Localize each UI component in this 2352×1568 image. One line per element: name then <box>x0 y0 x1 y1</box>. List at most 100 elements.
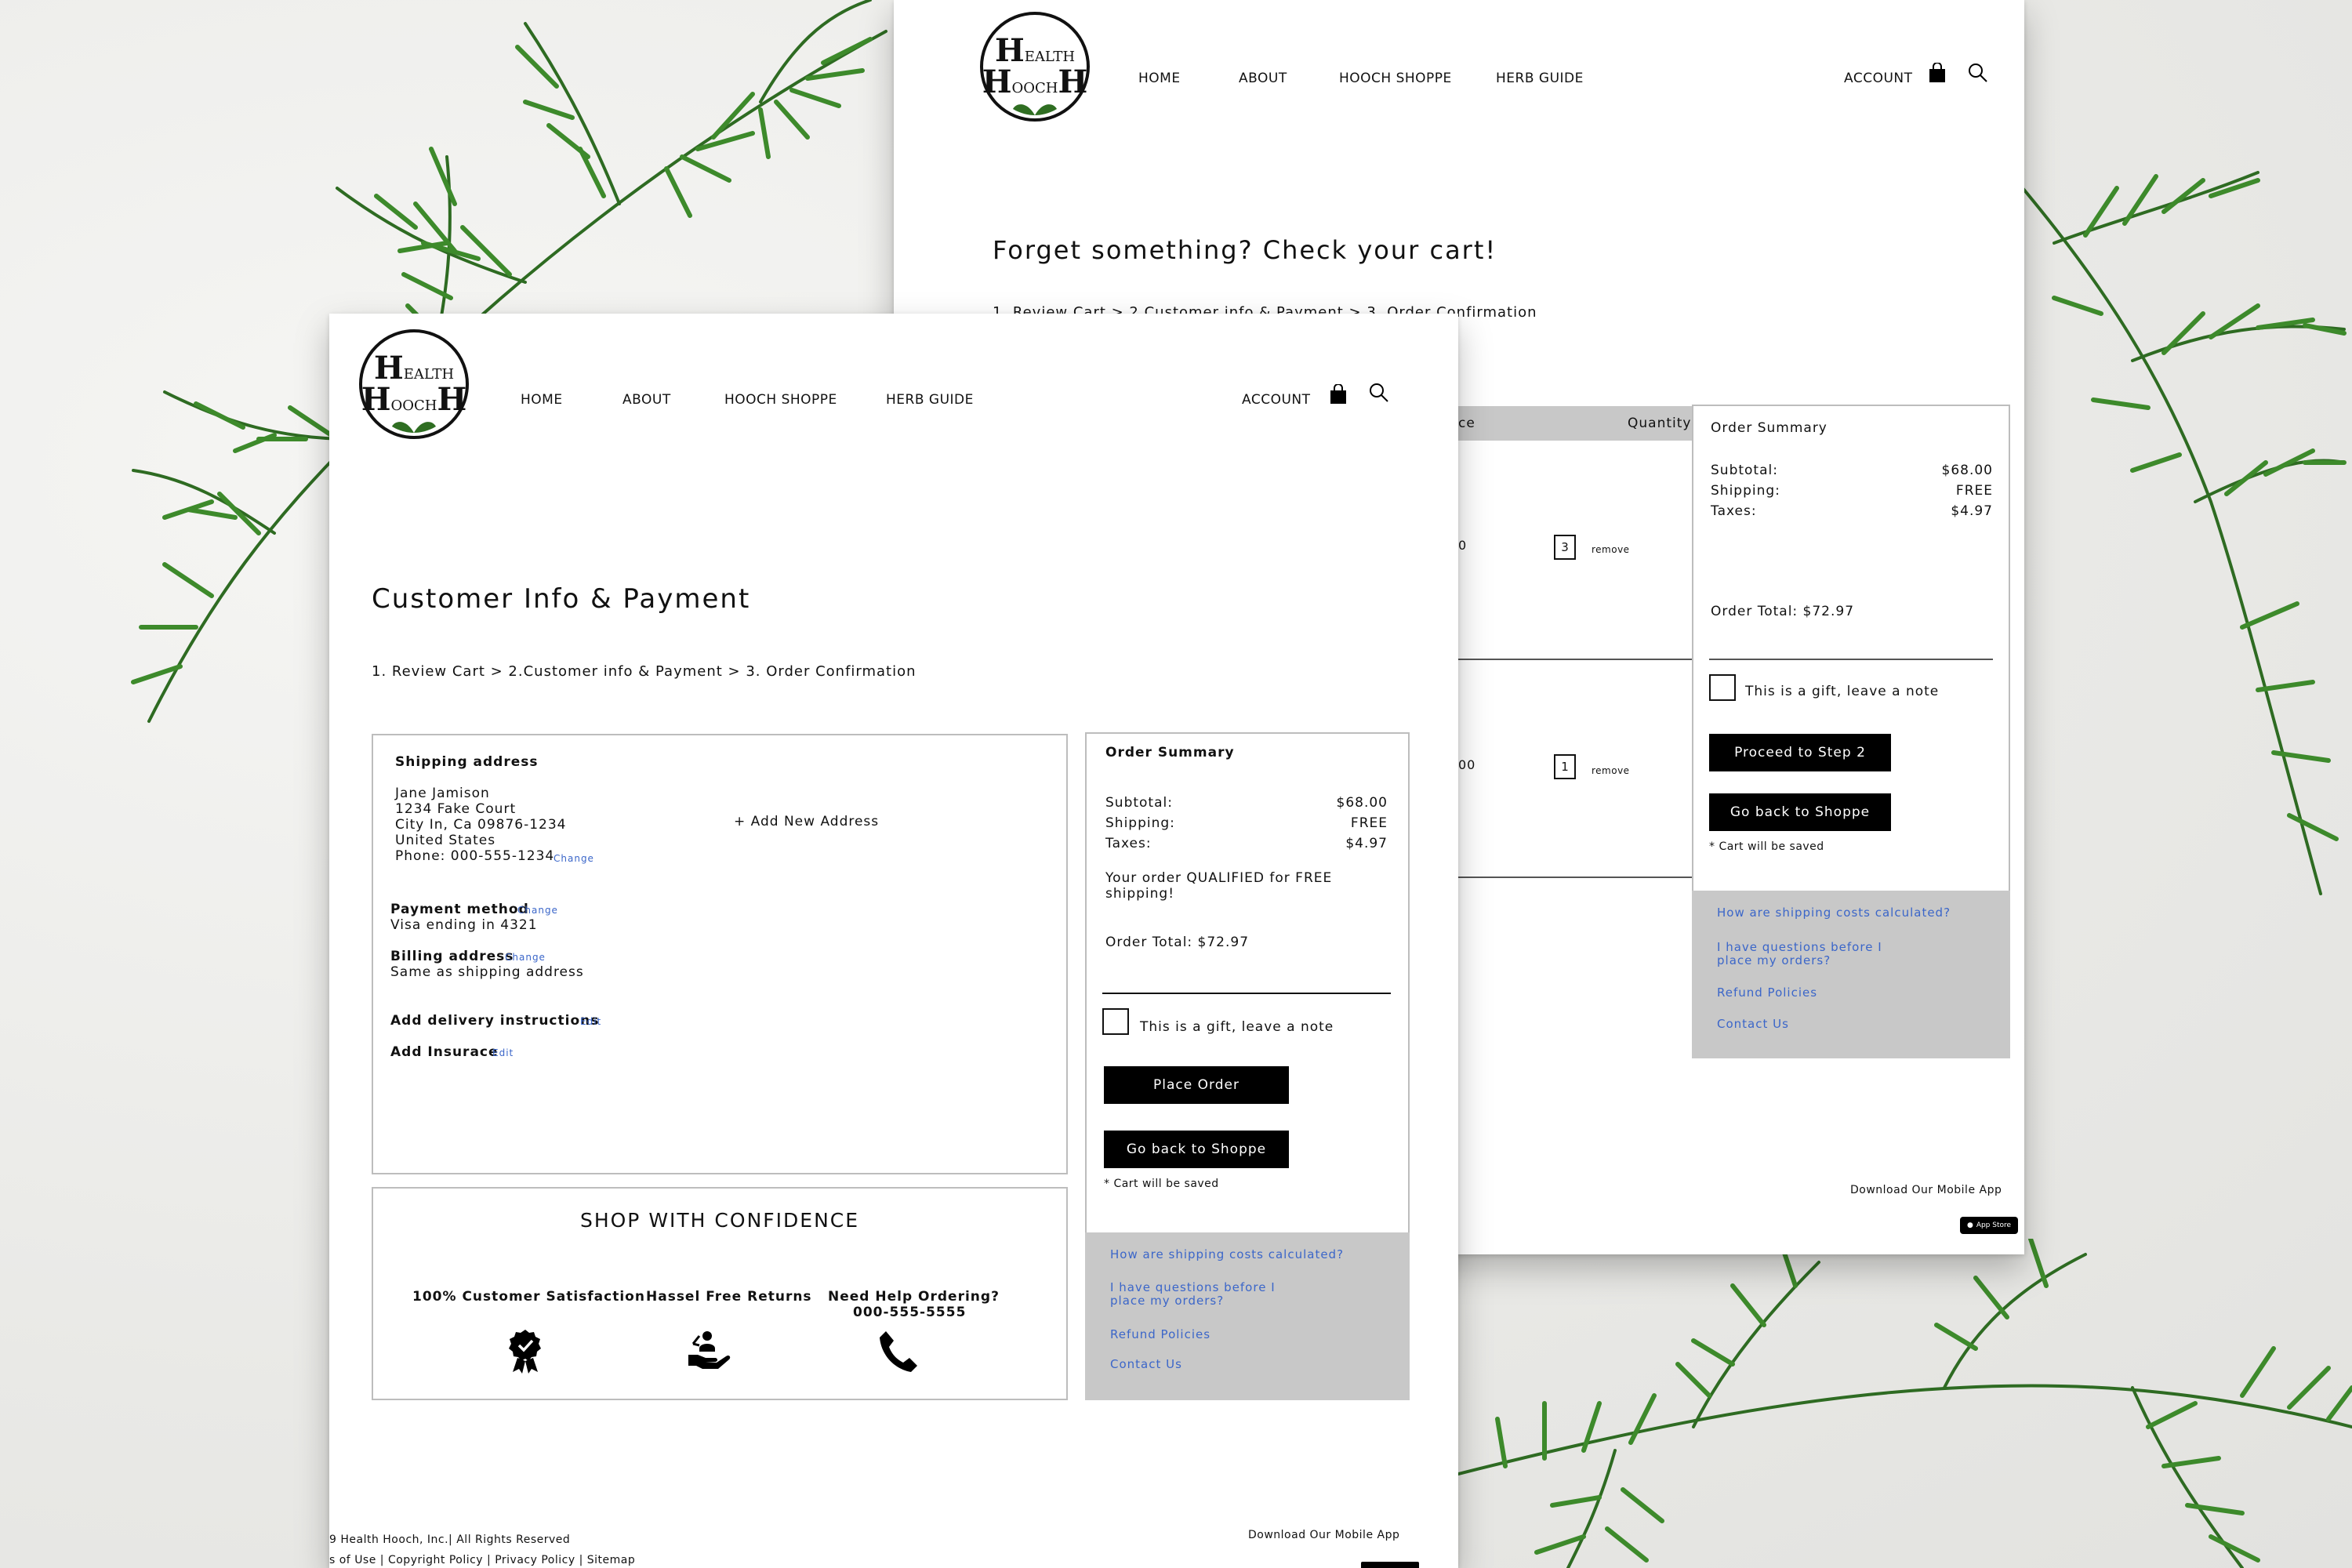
row-price: 00 <box>1458 757 1476 772</box>
subtotal-value: $68.00 <box>1941 463 1993 478</box>
edit-insurance-link[interactable]: Edit <box>492 1047 514 1058</box>
gift-label: This is a gift, leave a note <box>1140 1019 1334 1035</box>
faq-shipping-costs-link[interactable]: How are shipping costs calculated? <box>1717 906 1951 920</box>
app-store-badge[interactable]: ● App Store <box>1960 1217 2018 1234</box>
footer-links[interactable]: s of Use | Copyright Policy | Privacy Po… <box>329 1554 635 1566</box>
nav-home[interactable]: HOME <box>1138 71 1181 86</box>
nav-account[interactable]: ACCOUNT <box>1242 392 1311 408</box>
customer-info-panel: Shipping address Jane Jamison 1234 Fake … <box>372 734 1068 1174</box>
faq-questions-link[interactable]: I have questions before I place my order… <box>1110 1281 1314 1308</box>
taxes-value: $4.97 <box>1951 503 1993 519</box>
summary-divider <box>1102 993 1391 994</box>
taxes-value: $4.97 <box>1345 836 1388 851</box>
shipping-label: Shipping: <box>1105 815 1175 831</box>
order-total: Order Total: $72.97 <box>1105 935 1250 950</box>
faq-panel: How are shipping costs calculated? I hav… <box>1085 1232 1410 1400</box>
gift-checkbox[interactable] <box>1709 674 1736 701</box>
shopping-bag-icon[interactable] <box>1330 384 1347 405</box>
go-back-to-shoppe-button[interactable]: Go back to Shoppe <box>1104 1131 1289 1168</box>
brand-logo[interactable]: HEALTH HOOCHH <box>980 12 1090 122</box>
nav-hooch-shoppe[interactable]: HOOCH SHOPPE <box>724 392 837 408</box>
address-name: Jane Jamison <box>395 786 490 801</box>
remove-link[interactable]: remove <box>1592 544 1630 555</box>
order-summary-panel: Order Summary Subtotal: $68.00 Shipping:… <box>1085 732 1410 1234</box>
faq-shipping-costs-link[interactable]: How are shipping costs calculated? <box>1110 1248 1344 1261</box>
apple-icon: ● <box>1966 1221 1973 1229</box>
order-summary-heading: Order Summary <box>1711 420 1828 436</box>
shipping-label: Shipping: <box>1711 483 1780 499</box>
nav-herb-guide[interactable]: HERB GUIDE <box>1496 71 1584 86</box>
award-badge-icon <box>509 1330 541 1374</box>
shop-with-confidence-panel: SHOP WITH CONFIDENCE 100% Customer Satis… <box>372 1187 1068 1400</box>
subtotal-label: Subtotal: <box>1105 795 1173 811</box>
herb-sprig-bottom-right <box>1457 1236 2352 1568</box>
cart-saved-note: * Cart will be saved <box>1104 1178 1219 1190</box>
order-total: Order Total: $72.97 <box>1711 604 1855 619</box>
delivery-instructions-heading: Add delivery instructions <box>390 1013 600 1029</box>
help-phone-number[interactable]: 000-555-5555 <box>853 1305 966 1320</box>
page-title: Customer Info & Payment <box>372 583 751 615</box>
quantity-input[interactable]: 3 <box>1554 535 1576 560</box>
free-shipping-message: Your order QUALIFIED for FREE shipping! <box>1105 870 1333 902</box>
leaf-icon <box>392 422 436 433</box>
search-icon[interactable] <box>1968 63 1988 83</box>
breadcrumb: 1. Review Cart > 2.Customer info & Payme… <box>372 663 916 680</box>
faq-contact-us-link[interactable]: Contact Us <box>1717 1018 1789 1031</box>
logo-wordmark: HEALTH HOOCHH <box>982 32 1088 100</box>
insurance-heading: Add Insurace <box>390 1044 499 1060</box>
shopping-bag-icon[interactable] <box>1929 63 1946 83</box>
nav-home[interactable]: HOME <box>521 392 563 408</box>
page-title: Forget something? Check your cart! <box>993 235 1497 265</box>
help-ordering-label: Need Help Ordering? <box>828 1289 1000 1305</box>
phone-icon[interactable] <box>878 1330 919 1372</box>
address-street: 1234 Fake Court <box>395 801 517 817</box>
download-app-label: Download Our Mobile App <box>1850 1184 2002 1196</box>
satisfaction-label: 100% Customer Satisfaction <box>412 1289 645 1305</box>
address-phone: Phone: 000-555-1234 <box>395 848 555 864</box>
subtotal-label: Subtotal: <box>1711 463 1778 478</box>
customer-info-payment-page: HEALTH HOOCHH HOME ABOUT HOOCH SHOPPE HE… <box>329 314 1458 1568</box>
add-new-address-link[interactable]: + Add New Address <box>734 814 879 829</box>
gift-checkbox[interactable] <box>1102 1008 1129 1035</box>
logo-wordmark: HEALTH HOOCHH <box>361 350 467 418</box>
quantity-input[interactable]: 1 <box>1554 754 1576 779</box>
herb-sprig-right <box>2007 125 2352 909</box>
taxes-label: Taxes: <box>1105 836 1152 851</box>
taxes-label: Taxes: <box>1711 503 1757 519</box>
nav-herb-guide[interactable]: HERB GUIDE <box>886 392 974 408</box>
subtotal-value: $68.00 <box>1336 795 1388 811</box>
billing-address-value: Same as shipping address <box>390 964 584 980</box>
nav-about[interactable]: ABOUT <box>1239 71 1287 86</box>
address-country: United States <box>395 833 496 848</box>
nav-hooch-shoppe[interactable]: HOOCH SHOPPE <box>1339 71 1452 86</box>
row-price: 0 <box>1458 538 1468 553</box>
app-store-label: App Store <box>1976 1221 2012 1229</box>
leaf-icon <box>1013 104 1057 115</box>
faq-contact-us-link[interactable]: Contact Us <box>1110 1358 1182 1371</box>
quantity-column-header: Quantity <box>1628 416 1692 431</box>
go-back-to-shoppe-button[interactable]: Go back to Shoppe <box>1709 793 1891 831</box>
faq-refund-policies-link[interactable]: Refund Policies <box>1717 986 1817 1000</box>
shipping-value: FREE <box>1955 483 1993 499</box>
change-address-link[interactable]: Change <box>554 853 594 864</box>
change-payment-link[interactable]: Change <box>517 905 558 916</box>
returns-label: Hassel Free Returns <box>646 1289 812 1305</box>
app-store-badge[interactable] <box>1361 1562 1419 1568</box>
edit-delivery-link[interactable]: Edit <box>580 1016 601 1027</box>
herb-sprig-bottom-right-graphic <box>1457 1236 2352 1568</box>
gift-label: This is a gift, leave a note <box>1745 684 1940 699</box>
faq-questions-link[interactable]: I have questions before I place my order… <box>1717 941 1921 967</box>
payment-method-value: Visa ending in 4321 <box>390 917 538 933</box>
address-city: City In, Ca 09876-1234 <box>395 817 567 833</box>
change-billing-link[interactable]: Change <box>505 952 546 963</box>
brand-logo[interactable]: HEALTH HOOCHH <box>359 329 469 439</box>
footer-copyright: 9 Health Hooch, Inc.| All Rights Reserve… <box>329 1534 571 1546</box>
faq-refund-policies-link[interactable]: Refund Policies <box>1110 1328 1210 1341</box>
place-order-button[interactable]: Place Order <box>1104 1066 1289 1104</box>
remove-link[interactable]: remove <box>1592 765 1630 776</box>
search-icon[interactable] <box>1369 383 1389 403</box>
nav-about[interactable]: ABOUT <box>622 392 671 408</box>
nav-account[interactable]: ACCOUNT <box>1844 71 1913 86</box>
proceed-to-step-2-button[interactable]: Proceed to Step 2 <box>1709 734 1891 771</box>
shipping-address-heading: Shipping address <box>395 754 539 770</box>
